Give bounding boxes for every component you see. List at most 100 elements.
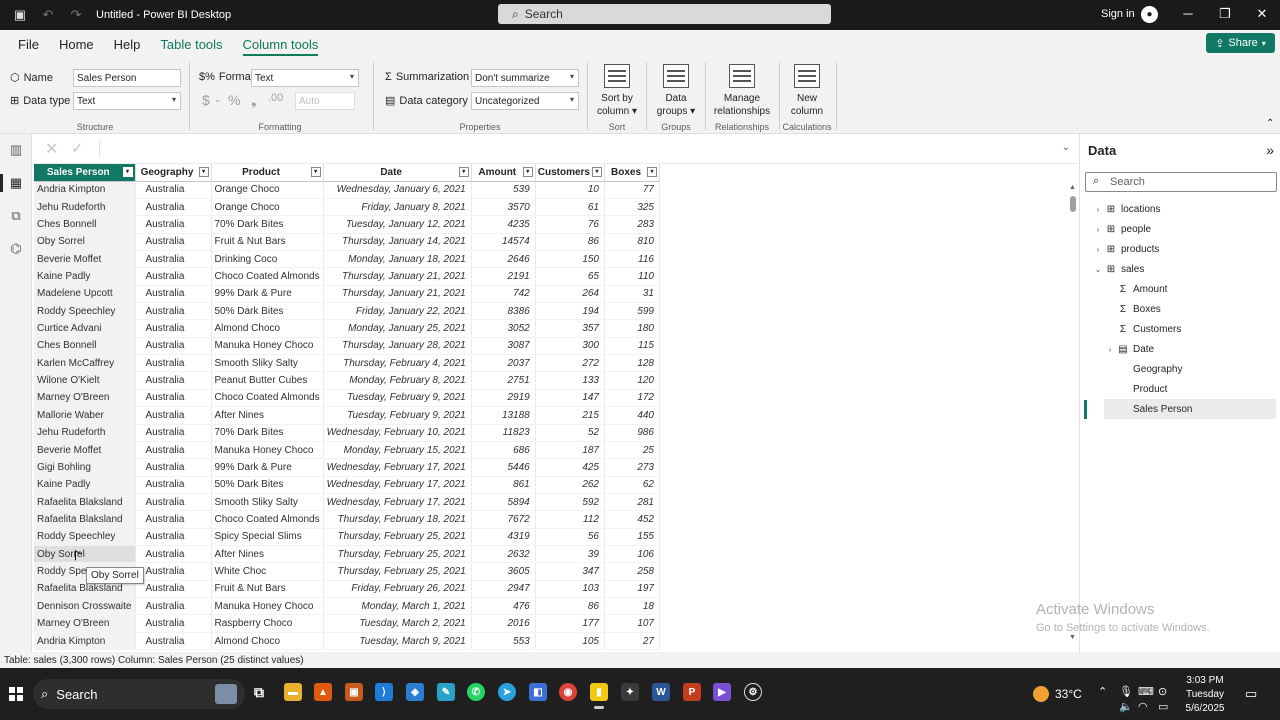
filter-dropdown-icon[interactable]: ▾ [458,167,469,177]
table-cell[interactable]: Thursday, February 25, 2021 [323,545,472,564]
table-cell[interactable]: Australia [135,510,212,529]
table-cell[interactable]: Australia [135,476,212,494]
comma-icon[interactable]: ❟ [251,92,257,109]
table-cell[interactable]: 116 [604,250,660,269]
table-cell[interactable]: 4235 [471,215,536,234]
table-cell[interactable]: Thursday, January 14, 2021 [323,233,472,251]
table-cell[interactable]: Tuesday, March 9, 2021 [323,632,472,651]
table-cell[interactable]: 539 [471,181,536,199]
table-cell[interactable]: Roddy Speechley [34,528,136,547]
table-cell[interactable]: Choco Coated Almonds [211,389,324,408]
table-cell[interactable]: 2632 [471,545,536,564]
scrollbar-thumb[interactable] [1070,196,1076,212]
chrome-icon[interactable]: ◉ [559,683,577,701]
table-cell[interactable]: 3052 [471,319,536,338]
table-cell[interactable]: Tuesday, February 9, 2021 [323,389,472,408]
table-cell[interactable]: Andria Kimpton [34,632,136,651]
table-cell[interactable]: Monday, February 15, 2021 [323,441,472,460]
table-cell[interactable]: After Nines [211,545,324,564]
task-view-icon[interactable]: ⧉ [250,683,268,701]
table-cell[interactable]: 11823 [471,424,536,442]
microphone-icon[interactable]: 🎙 [1119,685,1133,698]
percent-icon[interactable]: % [228,92,240,108]
table-cell[interactable]: 215 [535,406,606,425]
table-cell[interactable]: Raspberry Choco [211,614,324,633]
table-cell[interactable]: 56 [535,528,606,547]
table-cell[interactable]: 2037 [471,354,536,373]
table-cell[interactable]: 686 [471,441,536,460]
table-cell[interactable]: 128 [604,354,660,373]
data-groups-button[interactable]: Data groups ▾ [653,62,699,118]
table-cell[interactable]: Oby Sorrel [34,545,136,564]
table-cell[interactable]: 2016 [471,614,536,633]
table-cell[interactable]: Marney O'Breen [34,614,136,633]
table-cell[interactable]: Roddy Speechley [34,302,136,321]
table-cell[interactable]: Australia [135,267,212,286]
table-cell[interactable]: 599 [604,302,660,321]
table-cell[interactable]: Australia [135,337,212,356]
table-cell[interactable]: 65 [535,267,606,286]
table-cell[interactable]: 70% Dark Bites [211,215,324,234]
table-cell[interactable]: Australia [135,597,212,616]
shield-icon[interactable]: ◈ [406,683,424,701]
table-cell[interactable]: 861 [471,476,536,494]
table-cell[interactable]: Australia [135,302,212,321]
column-header[interactable]: Boxes ▾ [604,164,660,182]
vertical-scrollbar[interactable]: ▲ ▼ [1068,164,1078,652]
table-cell[interactable]: 39 [535,545,606,564]
table-cell[interactable]: 86 [535,233,606,251]
table-cell[interactable]: Australia [135,545,212,564]
close-icon[interactable]: ✕ [1252,6,1272,22]
table-cell[interactable]: Australia [135,285,212,304]
table-cell[interactable]: 103 [535,580,606,599]
table-cell[interactable]: 105 [535,632,606,651]
table-cell[interactable]: Andria Kimpton [34,181,136,199]
tab-column-tools[interactable]: Column tools [233,30,329,58]
table-cell[interactable]: Thursday, January 21, 2021 [323,267,472,286]
table-cell[interactable]: 150 [535,250,606,269]
tray-app-icon[interactable]: ⊙ [1158,685,1167,698]
table-cell[interactable]: 86 [535,597,606,616]
decimal-places-input[interactable]: Auto [295,92,355,110]
table-cell[interactable]: 197 [604,580,660,599]
chevron-right-icon[interactable]: › [1092,225,1104,234]
tab-help[interactable]: Help [104,30,151,58]
table-cell[interactable]: Kaine Padly [34,267,136,286]
collapse-ribbon-icon[interactable]: ⌃ [1266,118,1274,129]
table-cell[interactable]: 440 [604,406,660,425]
column-header[interactable]: Customers ▾ [535,164,606,182]
table-cell[interactable]: 300 [535,337,606,356]
column-name-input[interactable]: Sales Person [73,69,181,87]
column-header[interactable]: Amount ▾ [471,164,536,182]
field-list-item[interactable]: › ⊞ people [1092,219,1276,239]
table-cell[interactable]: 742 [471,285,536,304]
table-cell[interactable]: 325 [604,198,660,217]
minimize-icon[interactable]: ─ [1178,6,1198,21]
table-cell[interactable]: 50% Dark Bites [211,476,324,494]
feather-icon[interactable]: ✎ [437,683,455,701]
scroll-up-icon[interactable]: ▲ [1069,184,1076,191]
table-cell[interactable]: Australia [135,580,212,599]
table-cell[interactable]: Smooth Sliky Salty [211,354,324,373]
table-cell[interactable]: 25 [604,441,660,460]
table-cell[interactable]: 2947 [471,580,536,599]
table-cell[interactable]: Tuesday, January 12, 2021 [323,215,472,234]
table-cell[interactable]: 3605 [471,562,536,581]
filter-dropdown-icon[interactable]: ▾ [592,167,602,177]
chevron-right-icon[interactable]: › [1092,205,1104,214]
telegram-icon[interactable]: ➤ [498,683,516,701]
report-view-icon[interactable]: ▥ [8,142,24,158]
table-cell[interactable]: 347 [535,562,606,581]
table-cell[interactable]: Madelene Upcott [34,285,136,304]
table-cell[interactable]: Orange Choco [211,198,324,217]
table-cell[interactable]: Almond Choco [211,319,324,338]
column-header[interactable]: Sales Person ▾ [34,164,136,182]
file-explorer-icon[interactable]: ▬ [284,683,302,701]
table-cell[interactable]: 187 [535,441,606,460]
table-cell[interactable]: Thursday, January 21, 2021 [323,285,472,304]
table-cell[interactable]: 8386 [471,302,536,321]
table-cell[interactable]: 5894 [471,493,536,512]
table-cell[interactable]: Australia [135,528,212,547]
table-cell[interactable]: Australia [135,181,212,199]
tray-app-icon[interactable]: ⌨ [1138,685,1154,698]
